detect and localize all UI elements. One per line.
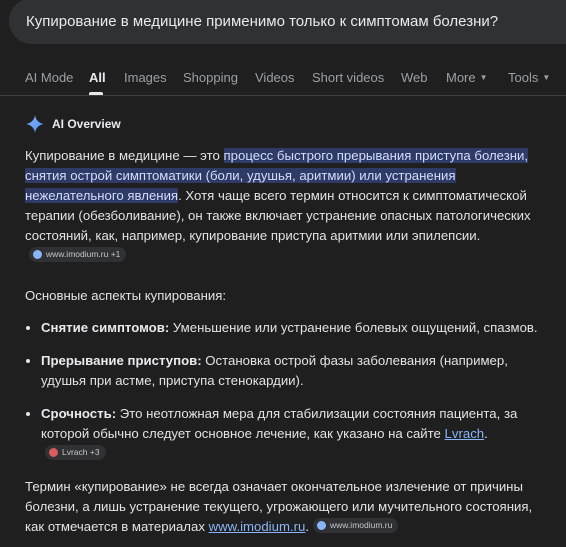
bullet-term: Прерывание приступов: <box>41 353 202 368</box>
source-chip-label: www.imodium.ru <box>330 520 393 530</box>
overview-paragraph: Купирование в медицине — это процесс быс… <box>25 146 545 266</box>
tab-videos[interactable]: Videos <box>255 70 295 85</box>
paragraph-text: Купирование в медицине — это <box>25 148 224 163</box>
tab-more-label: More <box>446 70 476 85</box>
lvrach-link[interactable]: Lvrach <box>445 426 485 441</box>
search-input[interactable]: Купирование в медицине применимо только … <box>9 0 566 44</box>
search-tabs: AI Mode All Images Shopping Videos Short… <box>0 60 566 96</box>
paragraph-text: . <box>305 519 309 534</box>
source-chip[interactable]: www.imodium.ru +1 <box>29 247 127 262</box>
tab-images[interactable]: Images <box>124 70 167 85</box>
bullet-text: . <box>484 426 488 441</box>
search-query-text: Купирование в медицине применимо только … <box>26 12 499 30</box>
tab-all[interactable]: All <box>89 70 106 85</box>
tab-more[interactable]: More ▼ <box>446 70 488 85</box>
site-favicon-icon <box>49 448 58 457</box>
source-chip-label: Lvrach +3 <box>62 447 100 457</box>
bullet-term: Снятие симптомов: <box>41 320 170 335</box>
tab-shopping[interactable]: Shopping <box>183 70 238 85</box>
active-tab-indicator <box>89 92 103 95</box>
ai-overview-header: AI Overview <box>26 114 121 134</box>
tab-tools[interactable]: Tools ▼ <box>508 70 550 85</box>
ai-overview-content: Купирование в медицине — это процесс быс… <box>25 146 545 537</box>
sparkle-icon <box>26 115 44 133</box>
site-favicon-icon <box>33 250 42 259</box>
aspects-intro: Основные аспекты купирования: <box>25 288 227 303</box>
ai-overview-title: AI Overview <box>52 117 121 131</box>
source-chip-label: www.imodium.ru +1 <box>46 249 121 259</box>
list-item: Прерывание приступов: Остановка острой ф… <box>25 351 545 391</box>
caret-down-icon: ▼ <box>542 73 551 82</box>
bullet-term: Срочность: <box>41 406 117 421</box>
tab-ai-mode[interactable]: AI Mode <box>25 70 73 85</box>
caret-down-icon: ▼ <box>479 73 488 82</box>
source-chip[interactable]: Lvrach +3 <box>45 445 106 460</box>
bullet-text: Уменьшение или устранение болевых ощущен… <box>169 320 538 335</box>
imodium-link[interactable]: www.imodium.ru <box>209 519 306 534</box>
site-favicon-icon <box>317 521 326 530</box>
final-paragraph: Термин «купирование» не всегда означает … <box>25 477 545 537</box>
tab-short-videos[interactable]: Short videos <box>312 70 384 85</box>
list-item: Срочность: Это неотложная мера для стаби… <box>25 404 545 464</box>
tab-web[interactable]: Web <box>401 70 428 85</box>
tab-tools-label: Tools <box>508 70 539 85</box>
source-chip[interactable]: www.imodium.ru <box>313 518 399 533</box>
aspects-list: Снятие симптомов: Уменьшение или устране… <box>25 318 545 464</box>
list-item: Снятие симптомов: Уменьшение или устране… <box>25 318 545 338</box>
